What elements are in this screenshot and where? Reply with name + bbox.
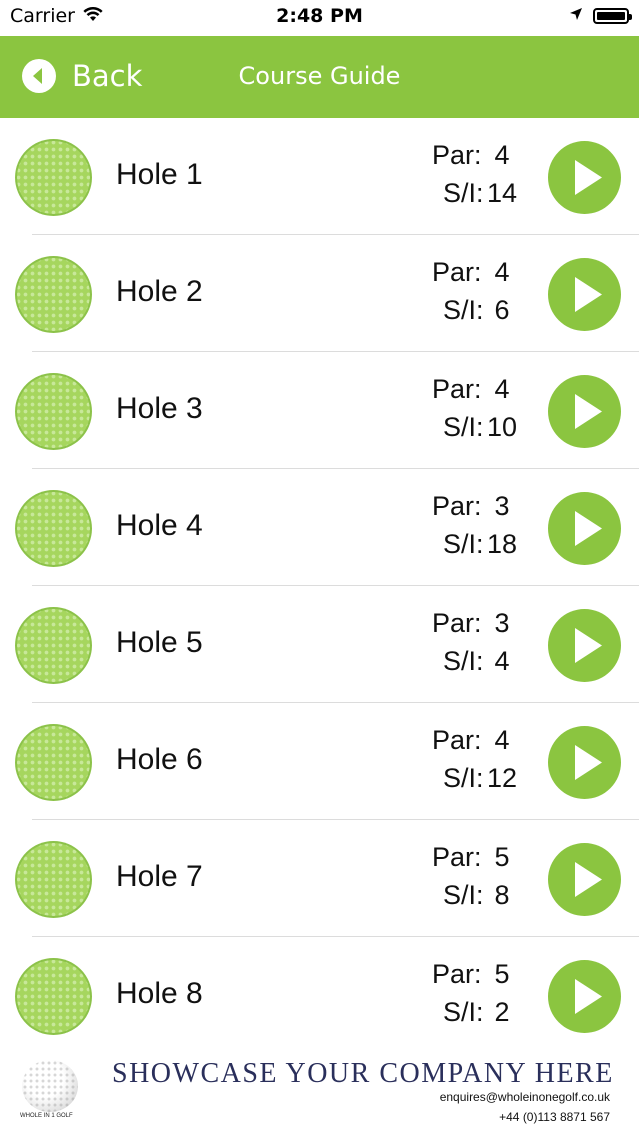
si-value: 8 [494,880,510,910]
si-label: S/I: [443,295,484,325]
par-label: Par: [432,491,482,521]
list-item[interactable]: Hole 1 Par: 4 S/I: 14 [0,118,639,235]
showcase-heading: SHOWCASE YOUR COMPANY HERE [112,1058,614,1089]
par-label: Par: [432,608,482,638]
hole-name: Hole 8 [116,977,203,1010]
par-value: 4 [494,140,510,170]
golf-ball-icon [15,841,92,918]
si-value: 14 [486,178,518,208]
brand-name: WHOLE IN 1 GOLF [20,1113,73,1119]
si-label: S/I: [443,178,484,208]
par-label: Par: [432,725,482,755]
si-value: 2 [494,997,510,1027]
play-button[interactable] [548,375,621,448]
golf-ball-icon [15,256,92,333]
contact-phone[interactable]: +44 (0)113 8871 567 [499,1110,610,1124]
hole-name: Hole 1 [116,158,203,191]
list-item[interactable]: Hole 5 Par: 3 S/I: 4 [0,586,639,703]
par-value: 5 [494,842,510,872]
hole-name: Hole 5 [116,626,203,659]
play-button[interactable] [548,843,621,916]
par-label: Par: [432,374,482,404]
par-value: 5 [494,959,510,989]
list-item[interactable]: Hole 7 Par: 5 S/I: 8 [0,820,639,937]
si-label: S/I: [443,412,484,442]
play-icon [575,511,602,546]
hole-name: Hole 2 [116,275,203,308]
par-label: Par: [432,842,482,872]
si-value: 18 [486,529,518,559]
golf-ball-icon [15,490,92,567]
play-button[interactable] [548,726,621,799]
par-value: 4 [494,725,510,755]
play-icon [575,160,602,195]
location-arrow-icon [569,6,583,25]
status-right [569,6,632,25]
list-item[interactable]: Hole 3 Par: 4 S/I: 10 [0,352,639,469]
play-button[interactable] [548,492,621,565]
par-label: Par: [432,140,482,170]
hole-name: Hole 6 [116,743,203,776]
hole-name: Hole 7 [116,860,203,893]
play-button[interactable] [548,609,621,682]
battery-icon [593,7,632,24]
play-icon [575,862,602,897]
hole-list[interactable]: Hole 1 Par: 4 S/I: 14 Hole 2 Par: 4 S/I:… [0,118,639,1038]
hole-name: Hole 4 [116,509,203,542]
play-button[interactable] [548,258,621,331]
si-label: S/I: [443,997,484,1027]
golf-ball-icon [15,958,92,1035]
par-label: Par: [432,959,482,989]
list-item[interactable]: Hole 2 Par: 4 S/I: 6 [0,235,639,352]
golf-ball-icon [15,139,92,216]
si-label: S/I: [443,880,484,910]
si-label: S/I: [443,646,484,676]
nav-bar: Back Course Guide [0,36,639,118]
par-value: 4 [494,374,510,404]
si-value: 12 [486,763,518,793]
play-icon [575,745,602,780]
brand-logo: WHOLE IN 1 GOLF [20,1060,80,1119]
par-label: Par: [432,257,482,287]
play-icon [575,628,602,663]
si-label: S/I: [443,529,484,559]
par-value: 3 [494,491,510,521]
golf-ball-icon [15,373,92,450]
si-value: 6 [494,295,510,325]
page-title: Course Guide [238,62,401,90]
play-icon [575,277,602,312]
golf-ball-icon [15,724,92,801]
play-button[interactable] [548,960,621,1033]
golf-ball-dimples [22,1060,78,1112]
par-value: 4 [494,257,510,287]
par-value: 3 [494,608,510,638]
status-time: 2:48 PM [276,5,363,27]
list-item[interactable]: Hole 6 Par: 4 S/I: 12 [0,703,639,820]
list-item[interactable]: Hole 4 Par: 3 S/I: 18 [0,469,639,586]
status-bar: Carrier 2:48 PM [0,0,639,36]
list-item[interactable]: Hole 8 Par: 5 S/I: 2 [0,937,639,1038]
contact-email[interactable]: enquires@wholeinonegolf.co.uk [440,1090,610,1104]
play-icon [575,394,602,429]
hole-name: Hole 3 [116,392,203,425]
play-button[interactable] [548,141,621,214]
golf-ball-icon [15,607,92,684]
ad-banner[interactable]: WHOLE IN 1 GOLF SHOWCASE YOUR COMPANY HE… [0,1040,639,1136]
si-value: 10 [486,412,518,442]
si-label: S/I: [443,763,484,793]
play-icon [575,979,602,1014]
si-value: 4 [494,646,510,676]
